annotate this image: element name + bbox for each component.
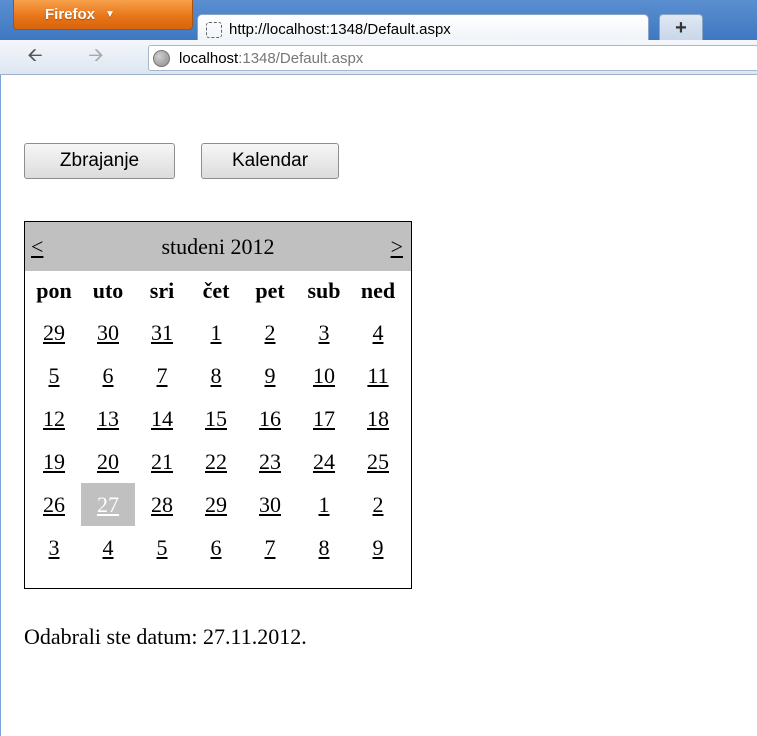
calendar-day[interactable]: 17 [297,397,351,440]
navigation-toolbar: 🡨 🡪 localhost :1348/Default.aspx [0,40,757,75]
day-name-header: uto [92,278,124,303]
firefox-menu-label: Firefox [45,6,96,23]
calendar-day[interactable]: 1 [297,483,351,526]
calendar-day[interactable]: 2 [243,311,297,354]
kalendar-button[interactable]: Kalendar [201,143,339,179]
calendar-day[interactable]: 9 [351,526,405,569]
tab-title: http://localhost:1348/Default.aspx [229,21,451,38]
calendar-day[interactable]: 2 [351,483,405,526]
url-path: :1348/Default.aspx [238,49,364,67]
calendar-day[interactable]: 7 [243,526,297,569]
site-identity-globe-icon[interactable] [153,49,170,67]
calendar-day[interactable]: 8 [189,354,243,397]
calendar-day[interactable]: 20 [81,440,135,483]
calendar-month-title: studeni 2012 [161,233,275,259]
calendar-day[interactable]: 7 [135,354,189,397]
selected-date-text: Odabrali ste datum: 27.11.2012. [24,624,307,649]
calendar-day[interactable]: 19 [27,440,81,483]
calendar-prev-month-link[interactable]: < [31,234,43,260]
calendar-day[interactable]: 3 [27,526,81,569]
forward-arrow-icon[interactable]: 🡪 [83,45,109,69]
day-name-header: čet [202,278,230,303]
calendar-day[interactable]: 6 [81,354,135,397]
new-tab-button[interactable]: + [659,14,703,42]
browser-tab-strip: Firefox ▼ http://localhost:1348/Default.… [0,0,757,44]
calendar-day[interactable]: 12 [27,397,81,440]
calendar-day[interactable]: 5 [135,526,189,569]
calendar-day[interactable]: 18 [351,397,405,440]
calendar-day[interactable]: 25 [351,440,405,483]
day-name-header: sri [149,278,175,303]
day-name-header: pon [36,278,72,303]
calendar-day[interactable]: 4 [351,311,405,354]
dropdown-caret-icon: ▼ [105,9,115,20]
calendar: < studeni 2012 > pon uto sri čet pet sub ned 29… [24,221,412,589]
calendar-day[interactable]: 21 [135,440,189,483]
calendar-day[interactable]: 29 [27,311,81,354]
day-name-header: sub [307,278,341,303]
calendar-day[interactable]: 28 [135,483,189,526]
calendar-day[interactable]: 16 [243,397,297,440]
calendar-next-month-link[interactable]: > [391,234,403,260]
calendar-day[interactable]: 6 [189,526,243,569]
page-favicon-icon [206,21,222,38]
calendar-day[interactable]: 23 [243,440,297,483]
calendar-day[interactable]: 10 [297,354,351,397]
calendar-day[interactable]: 26 [27,483,81,526]
calendar-day[interactable]: 13 [81,397,135,440]
back-arrow-icon[interactable]: 🡨 [22,45,48,69]
calendar-day[interactable]: 14 [135,397,189,440]
url-host: localhost [179,49,239,67]
calendar-day-selected[interactable]: 27 [81,483,135,526]
calendar-day[interactable]: 29 [189,483,243,526]
window-border [0,75,1,736]
calendar-day[interactable]: 30 [81,311,135,354]
firefox-menu-button[interactable]: Firefox ▼ [13,0,193,30]
calendar-day[interactable]: 3 [297,311,351,354]
calendar-day[interactable]: 31 [135,311,189,354]
calendar-day[interactable]: 8 [297,526,351,569]
day-name-header: ned [360,278,396,303]
zbrajanje-button[interactable]: Zbrajanje [24,143,175,179]
calendar-day[interactable]: 5 [27,354,81,397]
calendar-day[interactable]: 22 [189,440,243,483]
calendar-day[interactable]: 11 [351,354,405,397]
day-name-header: pet [255,278,285,303]
calendar-header: < studeni 2012 > [25,222,411,271]
calendar-day[interactable]: 1 [189,311,243,354]
address-bar[interactable]: localhost :1348/Default.aspx [148,45,757,71]
calendar-day[interactable]: 9 [243,354,297,397]
calendar-day[interactable]: 24 [297,440,351,483]
calendar-day[interactable]: 4 [81,526,135,569]
calendar-day[interactable]: 30 [243,483,297,526]
calendar-day[interactable]: 15 [189,397,243,440]
